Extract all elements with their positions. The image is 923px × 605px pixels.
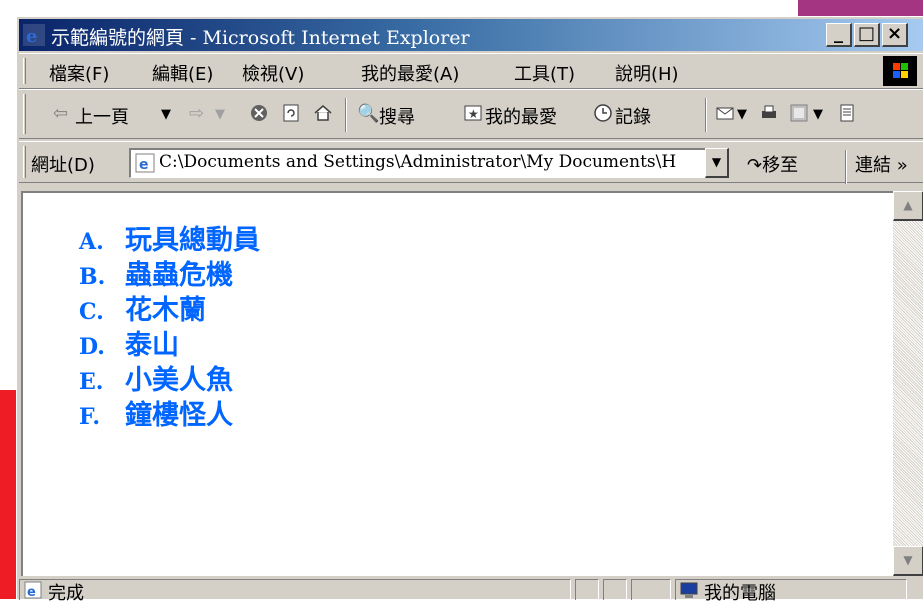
discuss-icon[interactable] <box>837 103 857 123</box>
list-item-text: 鐘樓怪人 <box>125 400 233 431</box>
links-button[interactable]: 連結 » <box>855 151 908 177</box>
toolbar-separator <box>705 98 707 132</box>
menu-bar: 檔案(F) 編輯(E) 檢視(V) 我的最愛(A) 工具(T) 說明(H) <box>19 53 923 89</box>
page-icon: e <box>135 153 155 173</box>
window-title: 示範編號的網頁 - Microsoft Internet Explorer <box>51 27 470 49</box>
mail-dropdown-icon[interactable]: ▼ <box>737 107 747 122</box>
edit-page-icon[interactable] <box>789 103 809 123</box>
history-button[interactable]: 記錄 <box>593 90 697 138</box>
history-label: 記錄 <box>615 107 651 128</box>
menu-help[interactable]: 說明(H) <box>615 60 679 86</box>
svg-text:e: e <box>139 157 149 173</box>
search-icon: 🔍 <box>357 103 380 124</box>
back-button[interactable]: ⇦ 上一頁 ▼ <box>53 90 183 138</box>
favorites-label: 我的最愛 <box>485 107 557 128</box>
list-marker: C. <box>79 299 104 325</box>
go-label: 移至 <box>762 155 799 176</box>
search-label: 搜尋 <box>379 107 415 128</box>
edit-dropdown-icon[interactable]: ▼ <box>813 107 823 122</box>
mail-icon[interactable] <box>715 103 735 123</box>
menu-file[interactable]: 檔案(F) <box>49 60 109 86</box>
list-marker: E. <box>79 369 104 395</box>
print-icon[interactable] <box>759 103 779 123</box>
close-button[interactable]: × <box>882 23 908 47</box>
desktop-background-red <box>0 390 16 599</box>
search-button[interactable]: 🔍 搜尋 <box>357 90 449 138</box>
list-item: A. 玩具總動員 <box>79 223 260 258</box>
zone-text: 我的電腦 <box>704 583 776 604</box>
svg-text:★: ★ <box>468 107 479 121</box>
list-item: D. 泰山 <box>79 328 260 363</box>
toolbar-separator <box>845 150 847 184</box>
go-button[interactable]: ↷移至 <box>747 151 798 177</box>
list-marker: F. <box>79 404 101 430</box>
windows-logo-icon <box>883 56 917 86</box>
list-marker: D. <box>79 334 105 360</box>
status-text: 完成 <box>48 583 84 604</box>
menu-bar-grip[interactable] <box>23 58 26 84</box>
minimize-button[interactable]: _ <box>826 23 852 47</box>
internet-explorer-icon: e <box>23 24 45 46</box>
home-icon[interactable] <box>313 103 333 123</box>
svg-text:e: e <box>26 26 37 46</box>
toolbar-separator <box>345 98 347 132</box>
favorites-button[interactable]: ★ 我的最愛 <box>463 90 583 138</box>
list-item-text: 玩具總動員 <box>125 225 260 256</box>
history-icon <box>594 104 612 122</box>
address-bar-grip[interactable] <box>23 146 26 178</box>
refresh-icon[interactable] <box>281 103 301 123</box>
menu-favorites[interactable]: 我的最愛(A) <box>361 60 459 86</box>
list-item-text: 花木蘭 <box>125 295 206 326</box>
toolbar-grip[interactable] <box>23 94 26 134</box>
movie-list: A. 玩具總動員 B. 蟲蟲危機 C. 花木蘭 D. 泰山 E. 小美人魚 F. 鐘樓怪人 <box>79 223 260 433</box>
forward-button[interactable]: ⇨ ▼ <box>189 90 239 138</box>
status-cell-empty <box>575 579 599 600</box>
list-item-text: 泰山 <box>125 330 179 361</box>
my-computer-icon <box>680 582 698 598</box>
status-bar: e 完成 我的電腦 <box>19 579 923 604</box>
address-label: 網址(D) <box>31 155 95 176</box>
address-input[interactable]: e C:\Documents and Settings\Administrato… <box>129 148 729 178</box>
list-item: E. 小美人魚 <box>79 363 260 398</box>
svg-text:e: e <box>27 585 36 599</box>
standard-toolbar: ⇦ 上一頁 ▼ ⇨ ▼ 🔍 搜尋 ★ 我的最愛 記錄 ▼ ▼ <box>19 89 923 139</box>
go-arrow-icon: ↷ <box>747 155 763 176</box>
forward-dropdown-icon: ▼ <box>215 107 225 122</box>
status-main: e 完成 <box>19 579 571 604</box>
browser-window: e 示範編號的網頁 - Microsoft Internet Explorer … <box>16 16 923 604</box>
title-bar[interactable]: e 示範編號的網頁 - Microsoft Internet Explorer … <box>19 19 923 51</box>
back-arrow-icon: ⇦ <box>53 103 69 124</box>
address-value: C:\Documents and Settings\Administrator\… <box>159 152 677 172</box>
page-content: A. 玩具總動員 B. 蟲蟲危機 C. 花木蘭 D. 泰山 E. 小美人魚 F. 鐘樓怪人 <box>21 191 893 576</box>
status-cell-empty <box>603 579 627 600</box>
address-bar: 網址(D) e C:\Documents and Settings\Admini… <box>19 141 923 184</box>
scroll-up-button[interactable]: ▲ <box>893 191 923 221</box>
status-cell-empty <box>631 579 671 600</box>
back-label: 上一頁 <box>75 107 129 128</box>
page-done-icon: e <box>24 581 42 599</box>
stop-icon[interactable] <box>249 103 269 123</box>
list-item-text: 小美人魚 <box>125 365 233 396</box>
list-item-text: 蟲蟲危機 <box>125 260 233 291</box>
forward-arrow-icon: ⇨ <box>189 103 205 124</box>
vertical-scrollbar[interactable]: ▲ ▼ <box>893 191 923 576</box>
list-marker: A. <box>79 229 104 255</box>
list-item: F. 鐘樓怪人 <box>79 398 260 433</box>
menu-view[interactable]: 檢視(V) <box>242 60 304 86</box>
list-item: B. 蟲蟲危機 <box>79 258 260 293</box>
status-zone: 我的電腦 <box>675 579 907 604</box>
address-dropdown-button[interactable]: ▼ <box>705 148 729 178</box>
maximize-button[interactable]: □ <box>854 23 880 47</box>
list-item: C. 花木蘭 <box>79 293 260 328</box>
menu-tools[interactable]: 工具(T) <box>514 60 575 86</box>
back-dropdown-icon: ▼ <box>161 107 171 122</box>
favorites-icon: ★ <box>464 105 482 121</box>
scroll-down-button[interactable]: ▼ <box>893 546 923 576</box>
list-marker: B. <box>79 264 106 290</box>
menu-edit[interactable]: 編輯(E) <box>152 60 213 86</box>
